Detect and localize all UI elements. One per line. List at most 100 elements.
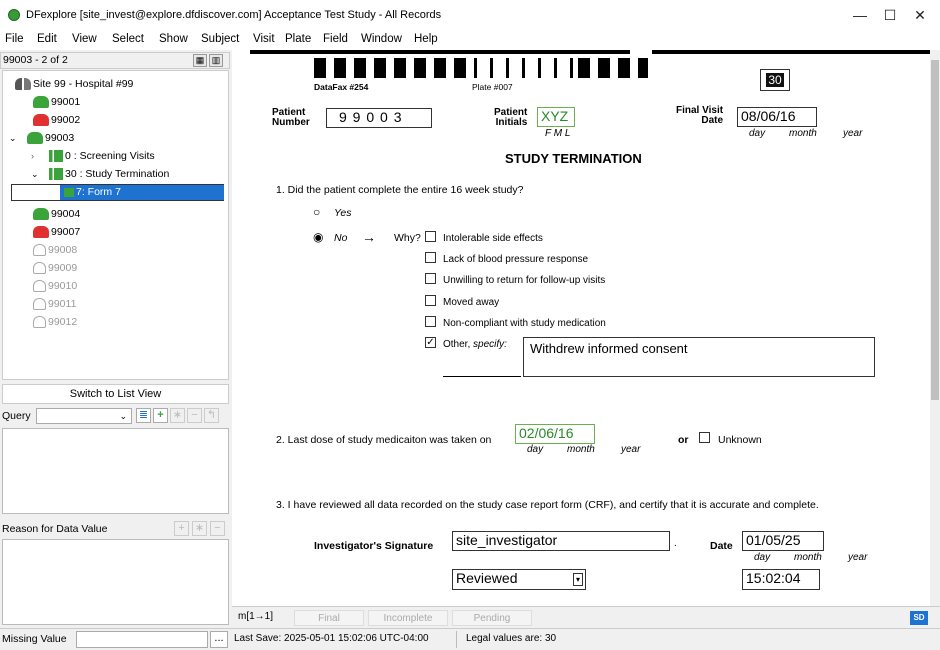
tree-patient-99001[interactable]: 99001 [33, 93, 80, 111]
menu-file[interactable]: File [5, 33, 24, 45]
calendar-icon[interactable]: ▦ [193, 54, 207, 67]
add-reason-icon[interactable]: + [174, 521, 189, 536]
reason-checkbox-4[interactable] [425, 295, 436, 306]
patient-number-field[interactable]: 9 9 0 0 3 [326, 108, 432, 128]
last-dose-date-field[interactable]: 02/06/16 [515, 424, 595, 444]
scrollbar-thumb[interactable] [931, 60, 939, 400]
question-1: 1. Did the patient complete the entire 1… [276, 184, 524, 196]
dropdown-arrow-icon[interactable]: ▾ [573, 573, 583, 586]
chevron-down-icon[interactable]: ⌄ [9, 129, 27, 147]
date-hint-day: day [749, 128, 766, 139]
patient-icon [27, 132, 43, 145]
split-view-icon[interactable]: ▥ [209, 54, 223, 67]
final-button[interactable]: Final [294, 610, 364, 626]
patient-initials-field[interactable]: XYZ [537, 107, 575, 127]
tree-patient-99007[interactable]: 99007 [33, 223, 80, 241]
menu-help[interactable]: Help [414, 33, 438, 45]
chevron-right-icon[interactable]: › [31, 147, 49, 165]
chevron-down-icon[interactable]: ⌄ [31, 165, 49, 183]
final-visit-date-field[interactable]: 08/06/16 [737, 107, 817, 127]
other-specify-field[interactable]: Withdrew informed consent [523, 337, 875, 377]
other-label: Other, specify: [443, 339, 507, 350]
sd-badge[interactable]: SD [910, 611, 928, 625]
or-label: or [678, 434, 689, 446]
patient-label: 99008 [48, 244, 78, 256]
remove-reason-icon[interactable]: − [210, 521, 225, 536]
reason-checkbox-other[interactable]: ✓ [425, 337, 436, 348]
switch-to-list-view-button[interactable]: Switch to List View [2, 384, 229, 404]
menu-field[interactable]: Field [323, 33, 348, 45]
form-icon [64, 188, 74, 197]
query-select[interactable]: ⌄ [36, 408, 132, 424]
tree-patient-99012[interactable]: 99012 [33, 313, 77, 331]
menu-subject[interactable]: Subject [201, 33, 239, 45]
menu-plate[interactable]: Plate [285, 33, 311, 45]
signature-label: Investigator's Signature [314, 540, 434, 552]
reason-checkbox-1[interactable] [425, 231, 436, 242]
menu-edit[interactable]: Edit [37, 33, 57, 45]
unknown-label: Unknown [718, 434, 762, 446]
reason-label-1: Intolerable side effects [443, 233, 543, 244]
tree-visit-termination[interactable]: ⌄ 30 : Study Termination [31, 165, 169, 183]
reason-text-area[interactable] [2, 539, 229, 625]
reason-checkbox-3[interactable] [425, 273, 436, 284]
time-field[interactable]: 15:02:04 [742, 569, 820, 590]
menu-view[interactable]: View [72, 33, 97, 45]
tree-patient-99011[interactable]: 99011 [33, 295, 76, 313]
minimize-button[interactable]: — [843, 4, 877, 26]
signature-field[interactable]: site_investigator [452, 531, 670, 551]
form-label: 7: Form 7 [60, 185, 224, 200]
visit-number-box[interactable]: 30 [760, 69, 790, 91]
tree-visit-screening[interactable]: › 0 : Screening Visits [31, 147, 155, 165]
initials-hint: F M L [545, 128, 571, 139]
arrow-icon: → [362, 229, 376, 245]
last-dose-hint-year: year [621, 444, 641, 455]
reason-checkbox-5[interactable] [425, 316, 436, 327]
reason-checkbox-2[interactable] [425, 252, 436, 263]
menu-select[interactable]: Select [112, 33, 144, 45]
close-button[interactable]: ✕ [903, 4, 937, 26]
reason-label-3: Unwilling to return for follow-up visits [443, 275, 606, 286]
tree-patient-99003[interactable]: ⌄ 99003 [9, 129, 74, 147]
sig-hint-month: month [794, 552, 822, 563]
missing-value-input[interactable] [76, 631, 208, 648]
maximize-button[interactable]: ☐ [873, 4, 907, 26]
tree-patient-99004[interactable]: 99004 [33, 205, 80, 223]
menu-show[interactable]: Show [159, 33, 188, 45]
reason-label-5: Non-compliant with study medication [443, 318, 606, 329]
unknown-checkbox[interactable] [699, 432, 710, 443]
incomplete-button[interactable]: Incomplete [368, 610, 448, 626]
no-radio[interactable]: ◉ [313, 230, 323, 244]
top-bar-right [652, 50, 930, 54]
add-icon[interactable]: + [153, 408, 168, 423]
people-icon [15, 78, 31, 91]
query-text-area[interactable] [2, 428, 229, 514]
plate-label: Plate #007 [472, 82, 513, 92]
pending-button[interactable]: Pending [452, 610, 532, 626]
tree-patient-99010[interactable]: 99010 [33, 277, 77, 295]
yes-radio[interactable]: ○ [313, 205, 320, 219]
visit-icon [49, 168, 63, 181]
edit-icon[interactable]: ∗ [170, 408, 185, 423]
visit-label: 30 : Study Termination [65, 168, 170, 180]
remove-icon[interactable]: − [187, 408, 202, 423]
tree-patient-99002[interactable]: 99002 [33, 111, 80, 129]
patient-outline-icon [33, 298, 46, 311]
tree-patient-99009[interactable]: 99009 [33, 259, 77, 277]
sig-date-field[interactable]: 01/05/25 [742, 531, 824, 551]
list-icon[interactable]: ≣ [136, 408, 151, 423]
no-label: No [334, 232, 348, 244]
window-title: DFexplore [site_invest@explore.dfdiscove… [26, 9, 442, 21]
reason-label-2: Lack of blood pressure response [443, 254, 589, 265]
menu-window[interactable]: Window [361, 33, 402, 45]
tree-patient-99008[interactable]: 99008 [33, 241, 77, 259]
other-underline [443, 376, 521, 377]
patient-icon [33, 114, 49, 127]
missing-value-button[interactable]: ... [210, 631, 228, 648]
review-status-select[interactable]: Reviewed ▾ [452, 569, 586, 590]
tree-site[interactable]: Site 99 - Hospital #99 [15, 75, 133, 93]
reply-icon[interactable]: ↰ [204, 408, 219, 423]
edit-reason-icon[interactable]: ∗ [192, 521, 207, 536]
tree-form-7[interactable]: 7: Form 7 [11, 184, 224, 201]
menu-visit[interactable]: Visit [253, 33, 275, 45]
